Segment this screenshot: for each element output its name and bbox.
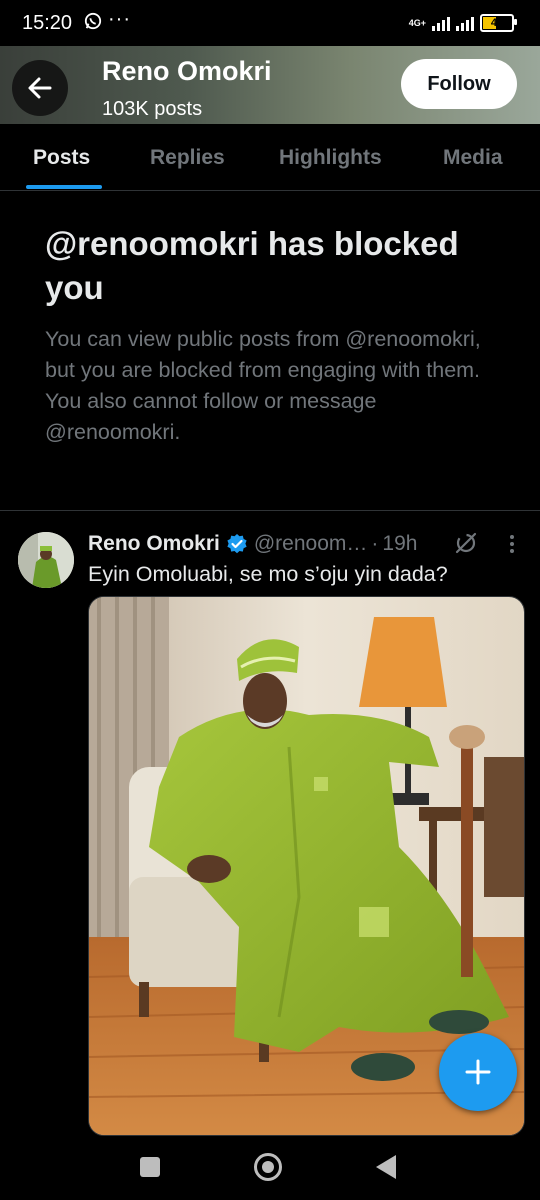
tweet-text: Eyin Omoluabi, se mo s’oju yin dada?: [88, 562, 448, 586]
avatar-image: [18, 532, 74, 588]
system-back-button[interactable]: [376, 1155, 396, 1179]
system-nav-bar: [0, 1136, 540, 1200]
status-icons: 4G+ 43: [408, 12, 517, 34]
more-notifications-icon: ···: [108, 8, 131, 30]
grok-icon[interactable]: [453, 530, 479, 556]
tab-posts[interactable]: Posts: [33, 146, 90, 170]
tweet-time[interactable]: 19h: [382, 532, 417, 556]
battery-level: 43: [490, 17, 504, 29]
tweet-author-name[interactable]: Reno Omokri: [88, 532, 220, 556]
plus-icon: [465, 1059, 491, 1085]
compose-button[interactable]: [439, 1033, 517, 1111]
blocked-description: You can view public posts from @renoomok…: [45, 327, 481, 444]
profile-header: Reno Omokri 103K posts Follow: [0, 46, 540, 124]
back-button[interactable]: [12, 60, 68, 116]
battery-icon: 43: [480, 14, 517, 32]
post-count: 103K posts: [102, 98, 203, 120]
tweet-handle[interactable]: @renoom…: [254, 532, 368, 556]
divider: [0, 510, 540, 511]
profile-tabs: Posts Replies Highlights Media: [0, 124, 540, 191]
blocked-heading: @renoomokri has blocked you: [45, 225, 459, 306]
tweet-header: Reno Omokri @renoom… · 19h: [88, 530, 417, 558]
more-icon[interactable]: [500, 530, 524, 558]
home-button[interactable]: [254, 1153, 282, 1181]
active-tab-indicator: [26, 185, 102, 189]
status-time: 15:20: [22, 12, 73, 34]
separator-dot: ·: [371, 532, 379, 555]
profile-name: Reno Omokri: [102, 56, 272, 86]
recents-button[interactable]: [140, 1157, 160, 1177]
signal-icon-2: [456, 15, 474, 31]
tab-media[interactable]: Media: [443, 146, 503, 170]
signal-icon: [432, 15, 450, 31]
tab-highlights[interactable]: Highlights: [279, 146, 382, 170]
network-type: 4G+: [408, 17, 426, 28]
follow-button[interactable]: Follow: [401, 59, 517, 109]
whatsapp-icon: [84, 12, 102, 30]
tab-replies[interactable]: Replies: [150, 146, 225, 170]
verified-badge-icon: [227, 534, 247, 554]
back-arrow-icon: [28, 77, 52, 99]
status-bar: 15:20 ··· 4G+ 43: [0, 0, 540, 46]
avatar[interactable]: [18, 532, 74, 588]
